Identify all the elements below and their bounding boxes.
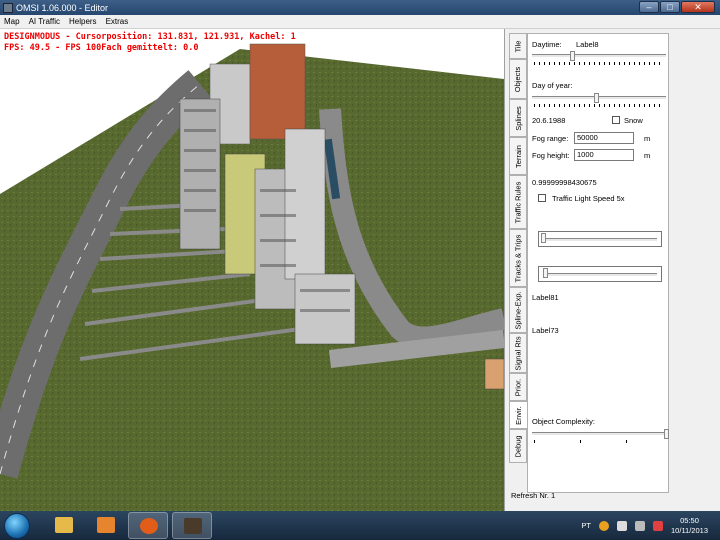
tab-traffic-rules[interactable]: Traffic Rules xyxy=(509,175,527,229)
maximize-button[interactable]: □ xyxy=(660,1,680,13)
daytime-label: Daytime: xyxy=(532,40,562,49)
menu-map[interactable]: Map xyxy=(4,17,20,26)
clock-time: 05:50 xyxy=(680,515,699,525)
taskbar-firefox[interactable] xyxy=(128,512,168,539)
snow-label: Snow xyxy=(624,116,643,125)
slider-box-2[interactable] xyxy=(538,266,662,282)
firefox-icon xyxy=(140,518,158,534)
label73: Label73 xyxy=(532,326,559,335)
network-icon[interactable] xyxy=(635,520,646,531)
fog-height-label: Fog height: xyxy=(532,151,570,160)
tray-app-icon[interactable] xyxy=(599,520,610,531)
tab-tile[interactable]: Tile xyxy=(509,33,527,59)
tab-prior[interactable]: Prior. xyxy=(509,373,527,401)
tab-debug[interactable]: Debug xyxy=(509,429,527,463)
scene-render xyxy=(0,29,504,511)
start-button[interactable] xyxy=(4,513,30,539)
label81: Label81 xyxy=(532,293,559,302)
menu-helpers[interactable]: Helpers xyxy=(69,17,97,26)
app-icon xyxy=(3,2,13,13)
clock-date: 10/11/2013 xyxy=(671,525,708,535)
overlay-fps-info: FPS: 49.5 - FPS 100Fach gemittelt: 0.0 xyxy=(4,43,199,53)
tab-terrain[interactable]: Terrain xyxy=(509,137,527,175)
omsi-icon xyxy=(184,518,202,534)
vertical-tab-strip: Tile Objects Splines Terrain Traffic Rul… xyxy=(509,33,527,493)
fog-range-unit: m xyxy=(644,134,651,143)
fog-height-input[interactable]: 1000 xyxy=(574,149,634,161)
day-of-year-label: Day of year: xyxy=(532,81,573,90)
taskbar-media[interactable] xyxy=(86,512,126,539)
tab-splines[interactable]: Splines xyxy=(509,99,527,137)
menu-ai-traffic[interactable]: AI Traffic xyxy=(29,17,60,26)
status-refresh: Refresh Nr. 1 xyxy=(511,491,556,500)
window-title: OMSI 1.06.000 - Editor xyxy=(16,2,109,13)
language-indicator[interactable]: PT xyxy=(581,521,591,530)
tab-objects[interactable]: Objects xyxy=(509,59,527,99)
daytime-value: Label8 xyxy=(576,40,599,49)
tab-signal-routes[interactable]: Signal Rts xyxy=(509,333,527,373)
clock[interactable]: 05:50 10/11/2013 xyxy=(671,516,708,536)
menu-extras[interactable]: Extras xyxy=(106,17,129,26)
value-readout: 0.99999998430675 xyxy=(532,178,597,187)
volume-icon[interactable] xyxy=(653,520,664,531)
title-bar: OMSI 1.06.000 - Editor – □ ✕ xyxy=(0,0,720,15)
taskbar-explorer[interactable] xyxy=(44,512,84,539)
envir-tab-content: Daytime: Label8 Day of year: 20.6.1988 S… xyxy=(527,33,669,493)
taskbar: PT 05:50 10/11/2013 xyxy=(0,511,720,540)
traffic-light-speed-checkbox[interactable] xyxy=(538,194,546,202)
overlay-cursor-info: DESIGNMODUS - Cursorposition: 131.831, 1… xyxy=(4,32,296,42)
fog-range-input[interactable]: 50000 xyxy=(574,132,634,144)
folder-icon xyxy=(55,517,73,533)
system-tray: PT 05:50 10/11/2013 xyxy=(581,511,720,540)
fog-height-unit: m xyxy=(644,151,651,160)
action-center-flag-icon[interactable] xyxy=(617,520,628,531)
taskbar-omsi[interactable] xyxy=(172,512,212,539)
editor-side-panel: Tile Objects Splines Terrain Traffic Rul… xyxy=(504,29,720,511)
date-value: 20.6.1988 xyxy=(532,116,566,125)
close-button[interactable]: ✕ xyxy=(681,1,715,13)
snow-checkbox[interactable] xyxy=(612,116,620,124)
fog-range-label: Fog range: xyxy=(532,134,569,143)
menu-bar: Map AI Traffic Helpers Extras xyxy=(0,15,720,29)
media-player-icon xyxy=(97,517,115,533)
tab-spline-exp[interactable]: Spline-Exp. xyxy=(509,287,527,333)
tab-envir[interactable]: Envir. xyxy=(509,401,527,429)
window-controls: – □ ✕ xyxy=(639,1,715,13)
tab-tracks-trips[interactable]: Tracks & Trips xyxy=(509,229,527,287)
traffic-light-speed-label: Traffic Light Speed 5x xyxy=(552,194,625,203)
object-complexity-label: Object Complexity: xyxy=(532,417,595,426)
slider-box-1[interactable] xyxy=(538,231,662,247)
3d-viewport[interactable]: DESIGNMODUS - Cursorposition: 131.831, 1… xyxy=(0,29,504,511)
minimize-button[interactable]: – xyxy=(639,1,659,13)
